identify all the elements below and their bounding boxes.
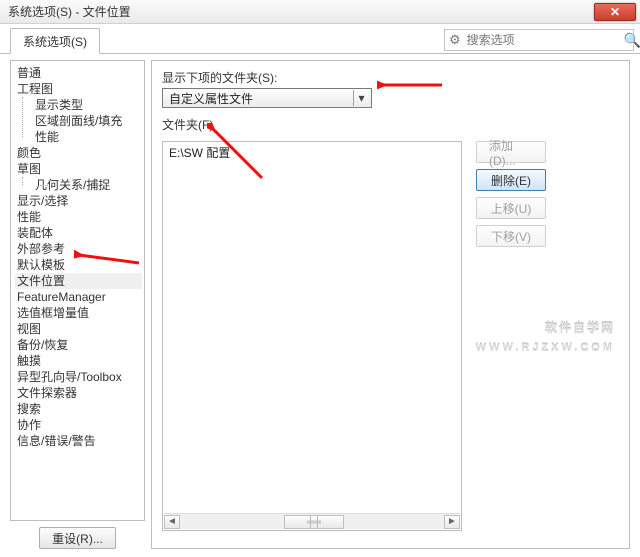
chevron-down-icon[interactable]: ▾	[353, 90, 369, 106]
tree-item-selected[interactable]: 文件位置	[15, 273, 142, 289]
tree-item[interactable]: 默认模板	[15, 257, 142, 273]
combo-value: 自定义属性文件	[169, 90, 353, 107]
tree-item[interactable]: 显示类型	[33, 97, 142, 113]
scroll-left-icon[interactable]: ◄	[164, 515, 180, 529]
right-pane: 显示下项的文件夹(S): 自定义属性文件 ▾ 文件夹(F) E:\SW 配置 ◄…	[151, 60, 630, 549]
search-input[interactable]	[465, 32, 624, 48]
search-icon[interactable]: 🔍	[624, 32, 640, 49]
tree-item[interactable]: 装配体	[15, 225, 142, 241]
tree-item[interactable]: 协作	[15, 417, 142, 433]
tree-item[interactable]: 草图	[15, 161, 142, 177]
scroll-right-icon[interactable]: ►	[444, 515, 460, 529]
tree-item[interactable]: 性能	[15, 209, 142, 225]
tree-item[interactable]: 信息/错误/警告	[15, 433, 142, 449]
tree-item[interactable]: 文件探索器	[15, 385, 142, 401]
show-folders-label: 显示下项的文件夹(S):	[162, 69, 619, 86]
tree-item[interactable]: 颜色	[15, 145, 142, 161]
category-tree[interactable]: 普通 工程图 显示类型 区域剖面线/填充 性能 颜色 草图 几何关系/捕捉 显示…	[10, 60, 145, 521]
tree-item[interactable]: 区域剖面线/填充	[33, 113, 142, 129]
folders-listbox[interactable]: E:\SW 配置 ◄ ╪╪ ►	[162, 141, 462, 531]
tree-item[interactable]: 触摸	[15, 353, 142, 369]
close-icon: ✕	[610, 5, 620, 19]
tree-item[interactable]: 外部参考	[15, 241, 142, 257]
scroll-thumb[interactable]: ╪╪	[284, 515, 344, 529]
tab-strip: 系统选项(S) ⚙ 🔍	[0, 24, 640, 54]
tree-item[interactable]: FeatureManager	[15, 289, 142, 305]
list-item[interactable]: E:\SW 配置	[163, 142, 461, 163]
title-bar: 系统选项(S) - 文件位置 ✕	[0, 0, 640, 24]
close-button[interactable]: ✕	[594, 3, 636, 21]
dialog-body: 普通 工程图 显示类型 区域剖面线/填充 性能 颜色 草图 几何关系/捕捉 显示…	[0, 54, 640, 557]
delete-button[interactable]: 删除(E)	[476, 169, 546, 191]
watermark: 软件自学网 WWW.RJZXW.COM	[476, 318, 615, 358]
window-title: 系统选项(S) - 文件位置	[8, 3, 131, 20]
horizontal-scrollbar[interactable]: ◄ ╪╪ ►	[164, 513, 460, 529]
reset-button[interactable]: 重设(R)...	[39, 527, 116, 549]
gear-icon: ⚙	[449, 32, 461, 48]
move-down-button[interactable]: 下移(V)	[476, 225, 546, 247]
tree-item[interactable]: 搜索	[15, 401, 142, 417]
search-box[interactable]: ⚙ 🔍	[444, 29, 634, 51]
tree-item[interactable]: 异型孔向导/Toolbox	[15, 369, 142, 385]
tree-item[interactable]: 选值框增量值	[15, 305, 142, 321]
tree-item[interactable]: 显示/选择	[15, 193, 142, 209]
tree-item[interactable]: 普通	[15, 65, 142, 81]
reset-row: 重设(R)...	[10, 521, 145, 549]
tree-item[interactable]: 性能	[33, 129, 142, 145]
tree-item[interactable]: 备份/恢复	[15, 337, 142, 353]
left-column: 普通 工程图 显示类型 区域剖面线/填充 性能 颜色 草图 几何关系/捕捉 显示…	[10, 60, 145, 549]
tree-item[interactable]: 视图	[15, 321, 142, 337]
tree-item[interactable]: 几何关系/捕捉	[33, 177, 142, 193]
move-up-button[interactable]: 上移(U)	[476, 197, 546, 219]
folders-label: 文件夹(F)	[162, 116, 619, 133]
folder-type-combo[interactable]: 自定义属性文件 ▾	[162, 88, 372, 108]
tab-system-options[interactable]: 系统选项(S)	[10, 28, 100, 54]
add-button[interactable]: 添加(D)...	[476, 141, 546, 163]
tree-item[interactable]: 工程图	[15, 81, 142, 97]
tab-label: 系统选项(S)	[23, 35, 87, 49]
